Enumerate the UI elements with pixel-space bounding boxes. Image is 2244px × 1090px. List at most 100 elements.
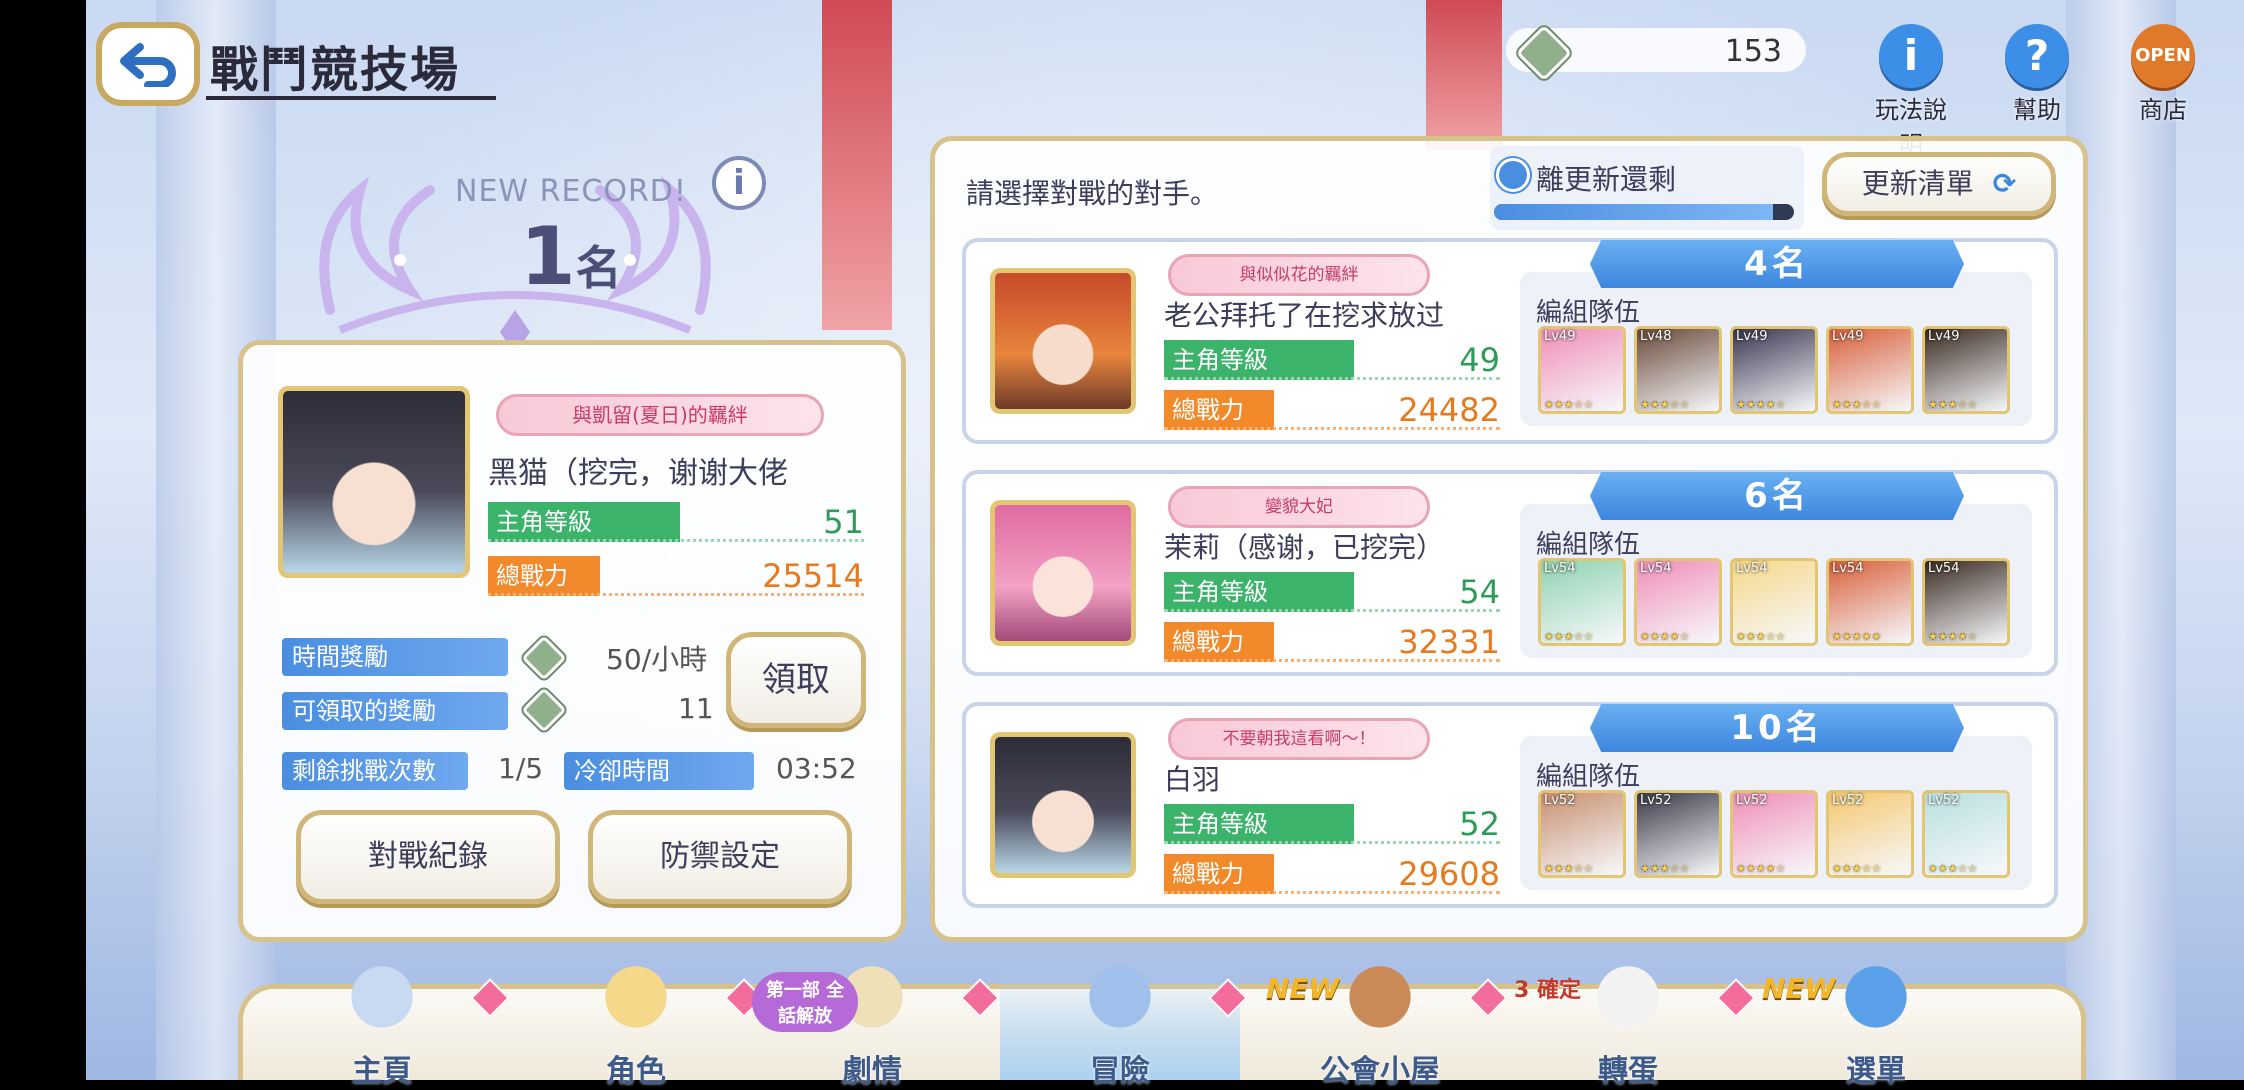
nav-badge: NEW xyxy=(1762,972,1836,1005)
player-name: 黑猫（挖完，谢谢大佬 xyxy=(488,456,788,491)
team-unit-portrait: Lv54 ★★★☆☆ xyxy=(1730,558,1818,646)
nav-item-icon xyxy=(1330,960,1430,1042)
unit-level: Lv49 xyxy=(1736,329,1768,344)
nav-item-label: 選單 xyxy=(1846,1054,1906,1089)
record-info-icon[interactable]: i xyxy=(712,156,766,210)
team-unit-portrait: Lv54 ★★★★☆ xyxy=(1922,558,2010,646)
shop-label: 商店 xyxy=(2139,96,2187,124)
dotted-divider xyxy=(1164,841,1500,844)
back-button[interactable] xyxy=(96,22,200,106)
opponent-bond-title: 不要朝我這看啊～！ xyxy=(1168,718,1430,760)
opponent-name: 老公拜托了在挖求放过 xyxy=(1164,299,1445,332)
nav-item-icon xyxy=(586,960,686,1042)
currency-value: 153 xyxy=(1724,34,1782,69)
unit-level: Lv52 xyxy=(1928,793,1960,808)
team-unit-portrait: Lv49 ★★★☆☆ xyxy=(1922,326,2010,414)
dotted-divider xyxy=(1164,609,1500,612)
power-label: 總戰力 xyxy=(1164,622,1274,662)
nav-item-label: 角色 xyxy=(606,1054,666,1089)
refresh-icon: ⟳ xyxy=(1992,167,2017,200)
opponent-level-row: 主角等級 54 xyxy=(1164,572,1500,612)
help-button[interactable]: ? 幫助 xyxy=(1992,24,2082,125)
unit-stars: ★★★★★ xyxy=(1832,630,1882,643)
shop-button[interactable]: OPEN 商店 xyxy=(2118,24,2208,125)
bg-banner xyxy=(1426,0,1502,150)
question-icon: ? xyxy=(2005,24,2069,88)
opponent-level: 52 xyxy=(1459,805,1500,843)
team-unit-portrait: Lv52 ★★★☆☆ xyxy=(1922,790,2010,878)
unit-stars: ★★★★☆ xyxy=(1640,630,1690,643)
team-unit-portrait: Lv54 ★★★★★ xyxy=(1826,558,1914,646)
team-unit-portrait: Lv52 ★★★☆☆ xyxy=(1826,790,1914,878)
battle-history-button[interactable]: 對戰紀錄 xyxy=(296,810,560,904)
unit-level: Lv49 xyxy=(1832,329,1864,344)
unit-level: Lv48 xyxy=(1640,329,1672,344)
nav-item-icon xyxy=(1826,960,1926,1042)
cooldown-value: 03:52 xyxy=(776,752,857,785)
unit-stars: ★★★☆☆ xyxy=(1832,862,1882,875)
unit-level: Lv52 xyxy=(1544,793,1576,808)
team-label: 編組隊伍 xyxy=(1536,298,1641,328)
shop-open-icon: OPEN xyxy=(2131,24,2195,88)
team-label: 編組隊伍 xyxy=(1536,530,1641,560)
help-label: 幫助 xyxy=(2013,96,2061,124)
team-unit-portrait: Lv54 ★★★★☆ xyxy=(1634,558,1722,646)
unit-stars: ★★★☆☆ xyxy=(1832,398,1882,411)
team-unit-portrait: Lv48 ★★★☆☆ xyxy=(1634,326,1722,414)
opponent-power: 29608 xyxy=(1398,855,1500,893)
nav-item-icon xyxy=(1070,960,1170,1042)
claim-button[interactable]: 領取 xyxy=(726,632,866,728)
unit-level: Lv52 xyxy=(1736,793,1768,808)
player-avatar xyxy=(278,386,470,578)
opponent-name: 茉莉（感谢，已挖完） xyxy=(1164,531,1445,564)
unit-level: Lv54 xyxy=(1544,561,1576,576)
arena-coin-counter: 153 xyxy=(1506,24,1806,82)
unit-level: Lv52 xyxy=(1832,793,1864,808)
nav-item-label: 劇情 xyxy=(842,1054,902,1089)
opponent-power: 32331 xyxy=(1398,623,1500,661)
player-power-row: 總戰力 25514 xyxy=(488,556,864,596)
nav-item-label: 主頁 xyxy=(352,1054,412,1089)
player-power: 25514 xyxy=(762,557,864,595)
defense-settings-button[interactable]: 防禦設定 xyxy=(588,810,852,904)
opponent-avatar[interactable] xyxy=(990,500,1136,646)
time-reward-label: 時間獎勵 xyxy=(282,638,508,676)
refresh-list-label: 更新清單 xyxy=(1861,167,1974,200)
nav-badge: 3 確定 xyxy=(1514,978,1581,1003)
nav-item[interactable]: 冒險 xyxy=(1000,960,1240,1089)
player-level-row: 主角等級 51 xyxy=(488,502,864,542)
level-label: 主角等級 xyxy=(488,502,680,542)
refresh-list-button[interactable]: 更新清單 ⟳ xyxy=(1822,152,2056,216)
bg-banner xyxy=(822,0,892,330)
opponent-rank-ribbon: 4名 xyxy=(1590,240,1964,288)
unit-level: Lv49 xyxy=(1544,329,1576,344)
unit-level: Lv54 xyxy=(1736,561,1768,576)
cooldown-label: 冷卻時間 xyxy=(564,752,754,790)
dotted-divider xyxy=(488,539,864,542)
unit-stars: ★★★☆☆ xyxy=(1640,398,1690,411)
team-unit-portrait: Lv49 ★★★★☆ xyxy=(1730,326,1818,414)
record-crest-emblem xyxy=(319,176,711,354)
nav-badge: NEW xyxy=(1266,972,1340,1005)
new-record-label: NEW RECORD! xyxy=(455,174,687,209)
unit-level: Lv52 xyxy=(1640,793,1672,808)
unit-level: Lv54 xyxy=(1832,561,1864,576)
opponent-avatar[interactable] xyxy=(990,268,1136,414)
level-label: 主角等級 xyxy=(1164,340,1354,380)
nav-item[interactable]: 角色 xyxy=(516,960,756,1089)
unit-stars: ★★★★☆ xyxy=(1736,862,1786,875)
unit-stars: ★★★★☆ xyxy=(1736,398,1786,411)
opponent-name: 白羽 xyxy=(1164,763,1221,796)
unit-stars: ★★★☆☆ xyxy=(1544,398,1594,411)
challenges-label: 剩餘挑戰次數 xyxy=(282,752,468,790)
nav-item-icon xyxy=(332,960,432,1042)
level-label: 主角等級 xyxy=(1164,804,1354,844)
nav-item[interactable]: 主頁 xyxy=(262,960,502,1089)
opponent-avatar[interactable] xyxy=(990,732,1136,878)
power-label: 總戰力 xyxy=(1164,390,1274,430)
opponent-level: 54 xyxy=(1459,573,1500,611)
player-bond-title: 與凱留(夏日)的羈絆 xyxy=(496,394,824,436)
claimable-label: 可領取的獎勵 xyxy=(282,692,508,730)
power-label: 總戰力 xyxy=(488,556,600,596)
team-unit-portrait: Lv52 ★★★☆☆ xyxy=(1634,790,1722,878)
